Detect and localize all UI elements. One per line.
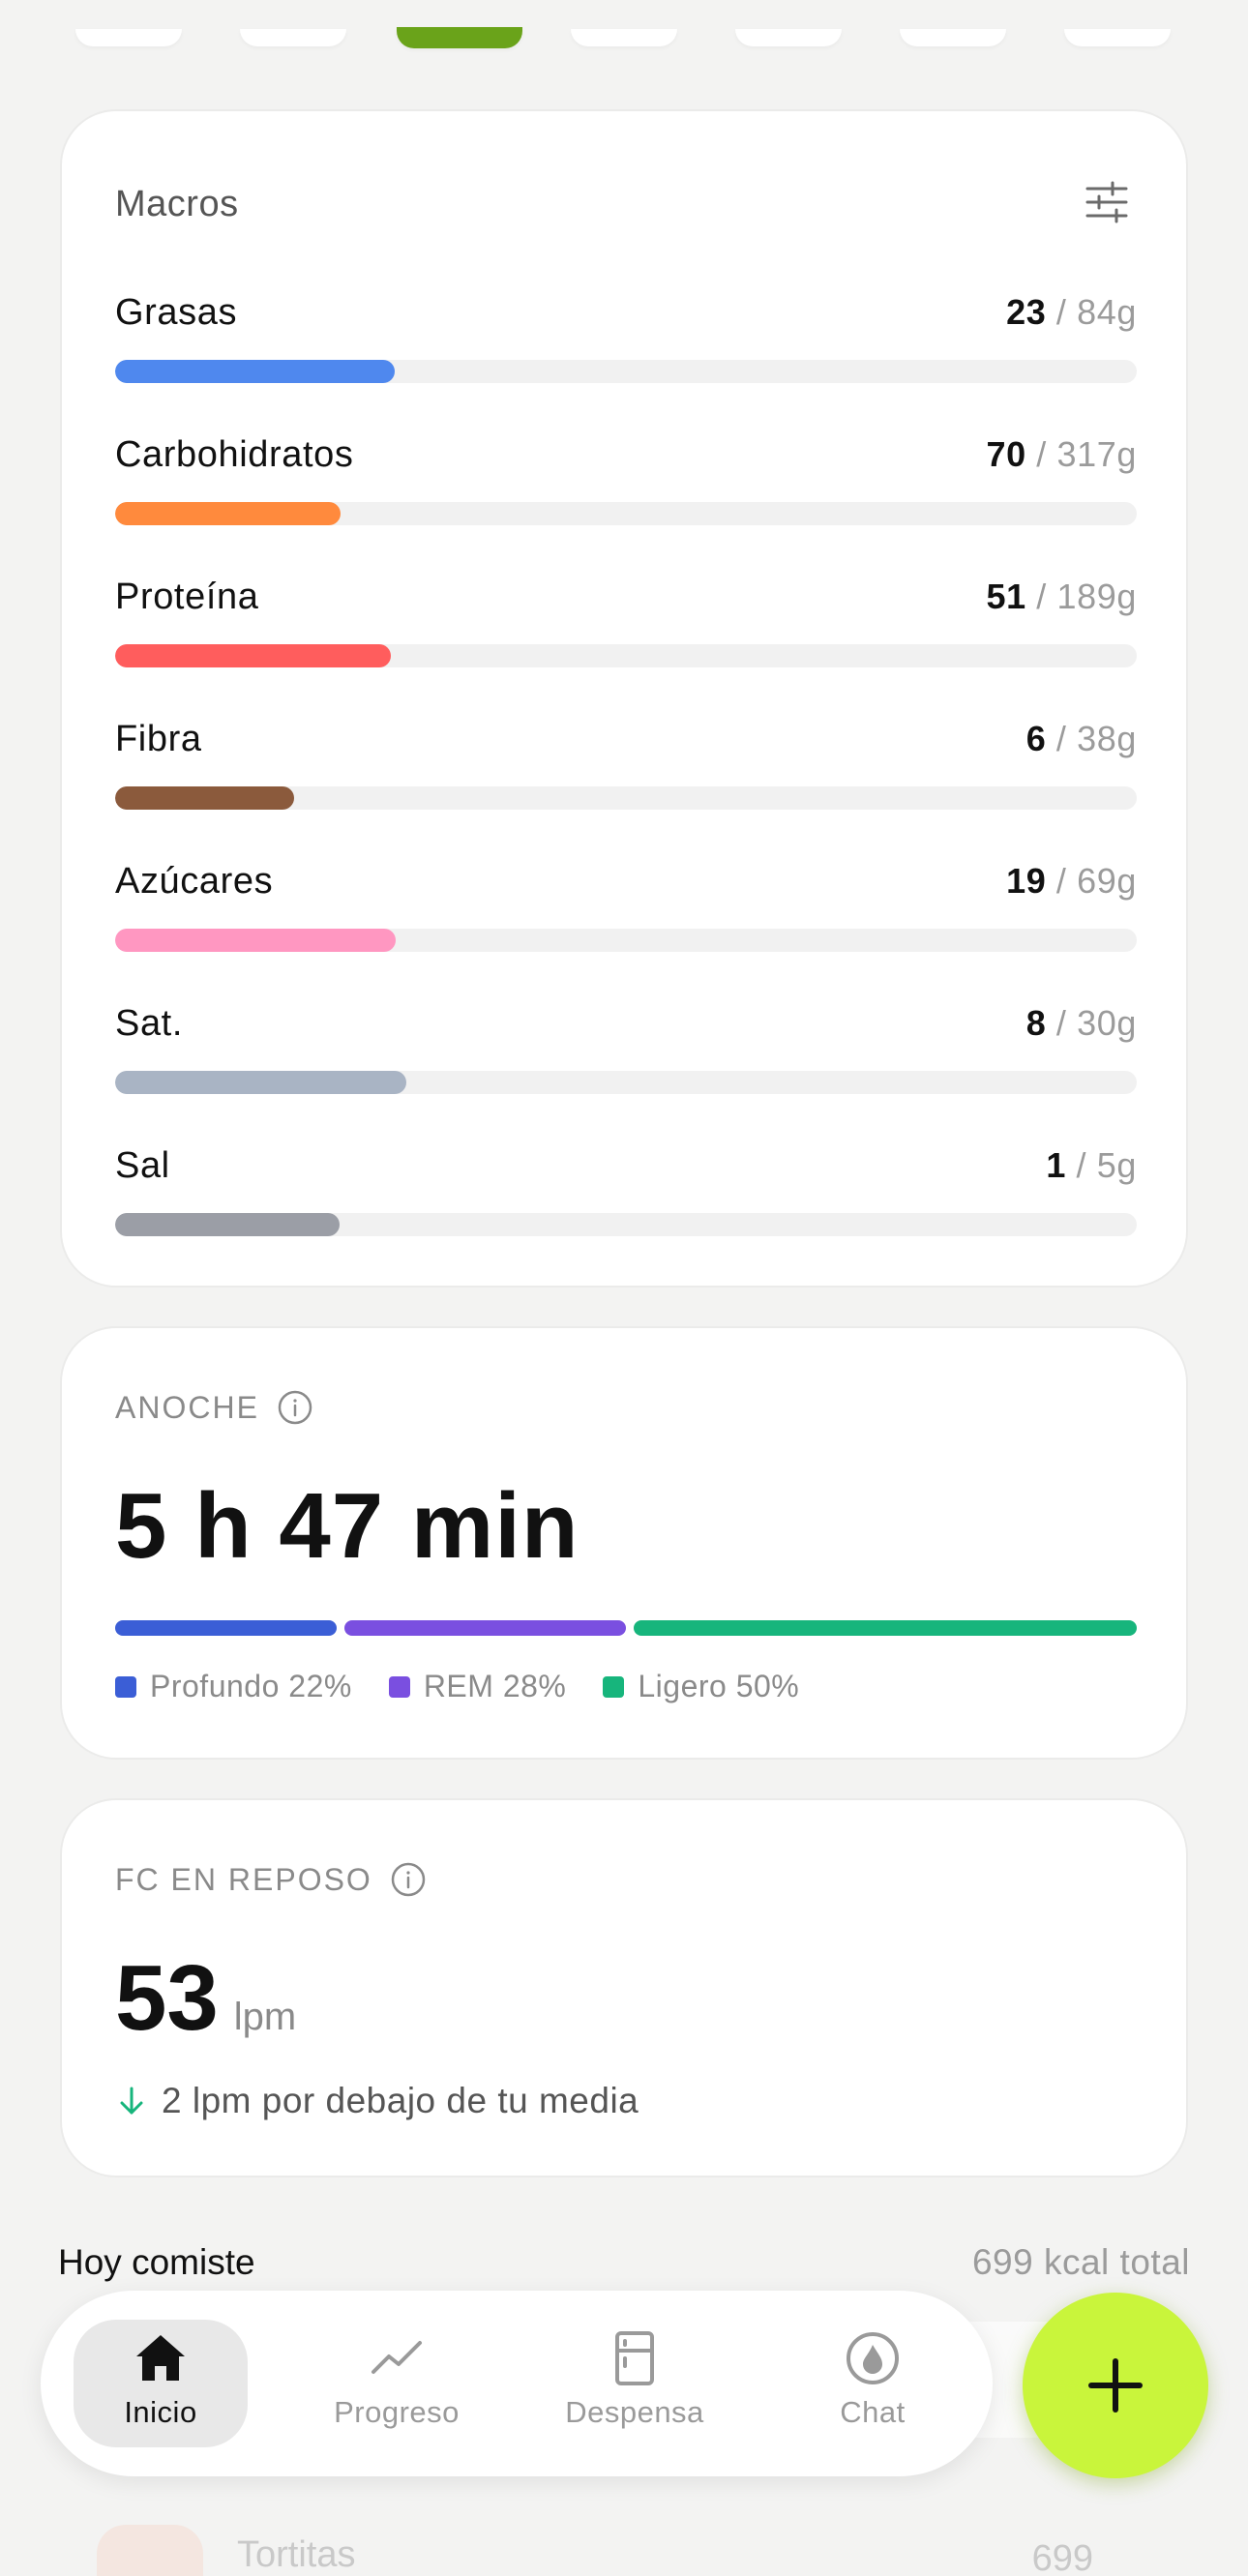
macro-name: Proteína xyxy=(115,577,259,617)
macro-name: Sal xyxy=(115,1145,170,1186)
macro-progress-track xyxy=(115,929,1137,952)
hr-label: FC EN REPOSO xyxy=(115,1861,372,1897)
info-icon[interactable] xyxy=(390,1861,427,1898)
nav-item-inicio[interactable]: Inicio xyxy=(74,2320,248,2447)
macro-row-proteina: Proteína 51 / 189g xyxy=(115,577,1137,683)
meal-thumbnail xyxy=(97,2525,203,2576)
legend-swatch xyxy=(603,1675,625,1698)
macro-name: Azúcares xyxy=(115,861,274,902)
macro-name: Sat. xyxy=(115,1003,183,1044)
screen: Macros Grasas 23 / 84g Carbohidratos 70 … xyxy=(0,0,1248,2576)
macro-row-azucares: Azúcares 19 / 69g xyxy=(115,861,1137,967)
macro-progress-track xyxy=(115,1213,1137,1236)
day-pill[interactable] xyxy=(571,29,677,46)
macro-row-carbohidratos: Carbohidratos 70 / 317g xyxy=(115,434,1137,541)
macro-value: 70 / 317g xyxy=(986,434,1137,474)
macro-progress-fill xyxy=(115,1213,341,1236)
nav-label: Inicio xyxy=(124,2395,197,2429)
macro-progress-track xyxy=(115,1071,1137,1094)
macro-value: 8 / 30g xyxy=(1025,1003,1137,1043)
nav-label: Progreso xyxy=(334,2395,460,2429)
macro-progress-fill xyxy=(115,360,396,383)
today-total: 699 kcal total xyxy=(971,2242,1190,2282)
day-pill[interactable] xyxy=(735,29,842,46)
macro-value: 6 / 38g xyxy=(1025,719,1137,758)
hr-label-row: FC EN REPOSO xyxy=(115,1860,427,1899)
fridge-icon xyxy=(615,2331,654,2385)
macro-progress-fill xyxy=(115,786,294,810)
info-icon[interactable] xyxy=(277,1389,313,1426)
macro-value: 19 / 69g xyxy=(1006,861,1137,901)
day-pill-selected[interactable] xyxy=(397,27,522,48)
macro-row-grasas: Grasas 23 / 84g xyxy=(115,292,1137,399)
meal-item[interactable]: Tortitas 699 xyxy=(97,2525,1142,2576)
arrow-down-icon xyxy=(120,2087,143,2115)
sleep-stage-segment-deep xyxy=(115,1620,337,1636)
macro-row-sal: Sal 1 / 5g xyxy=(115,1145,1137,1252)
sleep-stage-bar xyxy=(115,1620,1137,1636)
legend-item-rem: REM 28% xyxy=(388,1669,567,1704)
macro-value: 1 / 5g xyxy=(1046,1145,1137,1185)
nav-item-progreso[interactable]: Progreso xyxy=(310,2320,484,2447)
chat-flame-icon xyxy=(847,2332,899,2384)
sleep-stage-segment-light xyxy=(634,1620,1137,1636)
sleep-card[interactable]: ANOCHE 5 h 47 min Profundo 22% REM 28% L… xyxy=(60,1326,1188,1760)
macro-name: Carbohidratos xyxy=(115,434,354,475)
macro-progress-track xyxy=(115,644,1137,667)
sleep-duration: 5 h 47 min xyxy=(115,1474,579,1578)
add-button[interactable] xyxy=(1023,2293,1208,2478)
bottom-navigation: Inicio Progreso Despensa Chat xyxy=(41,2291,993,2476)
macro-name: Fibra xyxy=(115,719,202,759)
legend-item-light: Ligero 50% xyxy=(603,1669,799,1704)
sleep-label: ANOCHE xyxy=(115,1389,259,1425)
resting-hr-card[interactable]: FC EN REPOSO 53 lpm 2 lpm por debajo de … xyxy=(60,1798,1188,2177)
macro-progress-fill xyxy=(115,929,397,952)
hr-value: 53 xyxy=(115,1946,219,2050)
sleep-legend: Profundo 22% REM 28% Ligero 50% xyxy=(115,1669,799,1704)
legend-item-deep: Profundo 22% xyxy=(115,1669,352,1704)
day-pill[interactable] xyxy=(1064,29,1171,46)
day-pill[interactable] xyxy=(900,29,1006,46)
sleep-stage-segment-rem xyxy=(343,1620,626,1636)
legend-swatch xyxy=(388,1675,410,1698)
day-pill[interactable] xyxy=(240,29,346,46)
macro-progress-track xyxy=(115,502,1137,525)
hr-trend: 2 lpm por debajo de tu media xyxy=(115,2081,639,2121)
meal-name: Tortitas xyxy=(237,2534,356,2575)
macro-progress-track xyxy=(115,360,1137,383)
today-title: Hoy comiste xyxy=(58,2242,255,2282)
today-header: Hoy comiste 699 kcal total xyxy=(58,2242,1190,2287)
plus-icon xyxy=(1088,2358,1143,2413)
hr-trend-text: 2 lpm por debajo de tu media xyxy=(162,2081,639,2120)
sleep-label-row: ANOCHE xyxy=(115,1388,313,1427)
home-icon xyxy=(136,2335,185,2381)
macro-value: 23 / 84g xyxy=(1006,292,1137,332)
macro-row-fibra: Fibra 6 / 38g xyxy=(115,719,1137,825)
legend-swatch xyxy=(115,1675,136,1698)
hr-value-group: 53 lpm xyxy=(115,1945,296,2052)
macro-progress-fill xyxy=(115,1071,406,1094)
day-selector xyxy=(0,0,1248,58)
day-pill[interactable] xyxy=(75,29,182,46)
macros-title: Macros xyxy=(115,184,239,224)
sliders-icon[interactable] xyxy=(1084,179,1130,225)
macro-progress-fill xyxy=(115,644,392,667)
macro-name: Grasas xyxy=(115,292,238,333)
macro-value: 51 / 189g xyxy=(986,577,1137,616)
meal-kcal: 699 xyxy=(1031,2538,1093,2576)
macro-progress-track xyxy=(115,786,1137,810)
nav-label: Chat xyxy=(840,2395,906,2429)
macro-progress-fill xyxy=(115,502,342,525)
macro-row-saturadas: Sat. 8 / 30g xyxy=(115,1003,1137,1110)
nav-item-despensa[interactable]: Despensa xyxy=(548,2320,722,2447)
macros-card: Macros Grasas 23 / 84g Carbohidratos 70 … xyxy=(60,109,1188,1288)
nav-item-chat[interactable]: Chat xyxy=(786,2320,960,2447)
hr-unit: lpm xyxy=(233,1996,297,2038)
trend-chart-icon xyxy=(371,2341,422,2374)
nav-label: Despensa xyxy=(565,2395,704,2429)
